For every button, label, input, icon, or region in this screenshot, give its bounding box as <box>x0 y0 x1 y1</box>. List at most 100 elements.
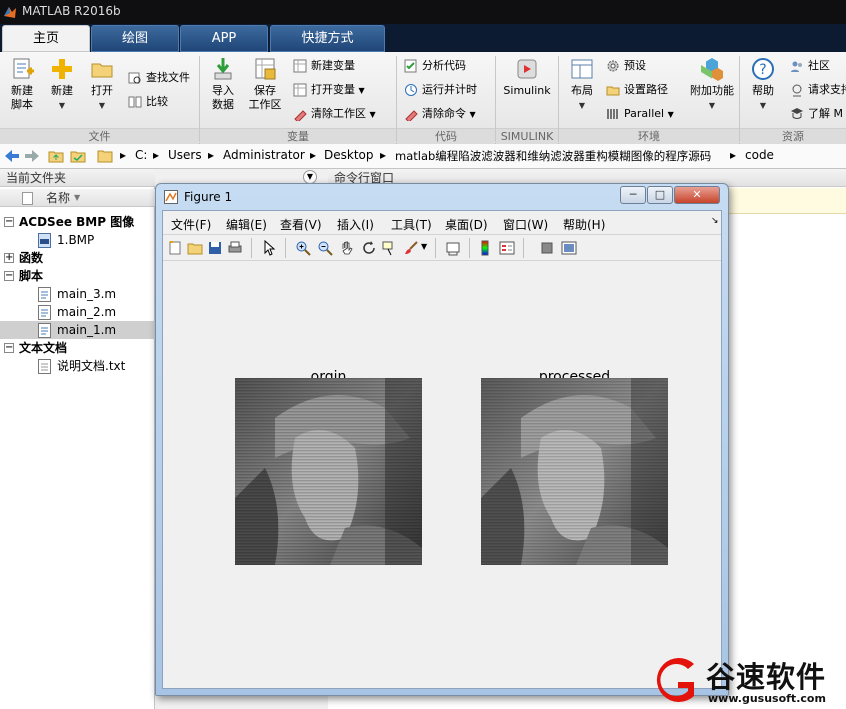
new-figure-icon[interactable] <box>167 240 183 256</box>
open-variable-button[interactable]: 打开变量 ▼ <box>293 80 365 100</box>
analyze-code-icon <box>404 59 417 73</box>
new-variable-button[interactable]: 新建变量 <box>293 56 355 76</box>
help-button[interactable]: ? 帮助 ▼ <box>743 56 783 113</box>
original-image[interactable] <box>235 378 422 565</box>
preferences-button[interactable]: 预设 <box>606 56 646 76</box>
collapse-icon[interactable]: − <box>4 343 14 353</box>
tree-group-functions[interactable]: + 函数 <box>0 249 155 267</box>
open-file-icon[interactable] <box>187 240 203 256</box>
pointer-icon[interactable] <box>261 240 277 256</box>
group-label-simulink: SIMULINK <box>496 128 558 144</box>
current-folder-panel: 当前文件夹 名称 ▼ − ACDSee BMP 图像 1.BMP + 函数 − … <box>0 169 155 709</box>
save-icon[interactable] <box>207 240 223 256</box>
new-dropdown-arrow-icon[interactable]: ▼ <box>59 101 65 110</box>
up-folder-icon[interactable] <box>48 149 64 163</box>
print-icon[interactable] <box>227 240 243 256</box>
menu-help[interactable]: 帮助(H) <box>563 216 605 233</box>
expand-icon[interactable]: + <box>4 253 14 263</box>
figure-window[interactable]: Figure 1 ─ □ ✕ 文件(F) 编辑(E) 查看(V) 插入(I) 工… <box>155 183 729 696</box>
save-workspace-button[interactable]: 保存 工作区 <box>245 56 285 112</box>
link-plot-icon[interactable] <box>445 240 461 256</box>
data-cursor-icon[interactable] <box>381 240 397 256</box>
clear-commands-button[interactable]: 清除命令 ▼ <box>404 104 476 124</box>
tab-apps[interactable]: APP <box>180 25 268 52</box>
collapse-icon[interactable]: − <box>4 271 14 281</box>
breadcrumb-project-folder[interactable]: matlab编程陷波滤波器和维纳滤波器重构模糊图像的程序源码 <box>395 148 711 164</box>
colorbar-icon[interactable] <box>477 240 493 256</box>
simulink-button[interactable]: Simulink <box>500 56 554 98</box>
menu-tools[interactable]: 工具(T) <box>391 216 432 233</box>
tree-file-1bmp[interactable]: 1.BMP <box>0 231 155 249</box>
community-button[interactable]: 社区 <box>790 56 830 76</box>
breadcrumb-code[interactable]: code <box>745 148 774 162</box>
new-button[interactable]: 新建 ▼ <box>42 56 82 113</box>
breadcrumb-users[interactable]: Users <box>168 148 202 162</box>
parallel-button[interactable]: Parallel ▼ <box>606 104 674 124</box>
tab-home[interactable]: 主页 <box>2 25 90 52</box>
set-path-button[interactable]: 设置路径 <box>606 80 668 100</box>
open-button[interactable]: 打开 ▼ <box>82 56 122 113</box>
brush-icon[interactable] <box>403 240 419 256</box>
brush-dropdown-arrow-icon[interactable]: ▼ <box>421 242 427 251</box>
run-and-time-label: 运行并计时 <box>422 83 477 96</box>
zoom-in-icon[interactable] <box>295 240 311 256</box>
tree-group-scripts[interactable]: − 脚本 <box>0 267 155 285</box>
sort-arrow-icon[interactable]: ▼ <box>74 189 80 207</box>
hide-plot-tools-icon[interactable] <box>539 240 555 256</box>
layout-dropdown-arrow-icon[interactable]: ▼ <box>579 101 585 110</box>
tree-group-bmp[interactable]: − ACDSee BMP 图像 <box>0 213 155 231</box>
menubar-dock-arrow-icon[interactable]: ↘ <box>711 216 719 226</box>
tree-file-main2[interactable]: main_2.m <box>0 303 155 321</box>
parallel-icon <box>607 109 618 119</box>
legend-icon[interactable] <box>499 240 515 256</box>
collapse-icon[interactable]: − <box>4 217 14 227</box>
analyze-code-button[interactable]: 分析代码 <box>404 56 466 76</box>
zoom-out-icon[interactable] <box>317 240 333 256</box>
new-script-label-1: 新建 <box>11 84 33 97</box>
tab-plots[interactable]: 绘图 <box>91 25 179 52</box>
back-arrow-icon[interactable] <box>4 149 20 163</box>
menu-insert[interactable]: 插入(I) <box>337 216 374 233</box>
browse-folder-icon[interactable] <box>70 149 86 163</box>
layout-button[interactable]: 布局 ▼ <box>562 56 602 113</box>
add-ons-dropdown-arrow-icon[interactable]: ▼ <box>709 101 715 110</box>
find-files-icon <box>128 72 141 84</box>
panel-options-icon[interactable]: ▼ <box>303 170 317 184</box>
tab-shortcuts[interactable]: 快捷方式 <box>270 25 385 52</box>
rotate-3d-icon[interactable] <box>361 240 377 256</box>
pan-hand-icon[interactable] <box>339 240 355 256</box>
clear-workspace-icon <box>294 110 307 121</box>
brand-watermark: 谷速软件 www.gususoft.com <box>648 652 846 709</box>
tree-file-main1[interactable]: main_1.m <box>0 321 155 339</box>
menu-window[interactable]: 窗口(W) <box>503 216 548 233</box>
menu-file[interactable]: 文件(F) <box>171 216 211 233</box>
show-plot-tools-icon[interactable] <box>561 240 577 256</box>
help-dropdown-arrow-icon[interactable]: ▼ <box>760 101 766 110</box>
tree-file-main3[interactable]: main_3.m <box>0 285 155 303</box>
compare-button[interactable]: 比较 <box>128 92 168 112</box>
import-data-button[interactable]: 导入 数据 <box>203 56 243 112</box>
breadcrumb-desktop[interactable]: Desktop <box>324 148 374 162</box>
processed-image[interactable] <box>481 378 668 565</box>
menu-view[interactable]: 查看(V) <box>280 216 322 233</box>
breadcrumb-drive[interactable]: C: <box>135 148 147 162</box>
run-and-time-button[interactable]: 运行并计时 <box>404 80 477 100</box>
tree-file-readme[interactable]: 说明文档.txt <box>0 357 155 375</box>
add-ons-button[interactable]: 附加功能 ▼ <box>688 56 736 113</box>
open-dropdown-arrow-icon[interactable]: ▼ <box>99 101 105 110</box>
tree-group-text-documents[interactable]: − 文本文档 <box>0 339 155 357</box>
forward-arrow-icon[interactable] <box>24 149 40 163</box>
breadcrumb-administrator[interactable]: Administrator <box>223 148 305 162</box>
breadcrumb-separator-icon: ▸ <box>310 148 317 162</box>
find-files-button[interactable]: 查找文件 <box>128 68 190 88</box>
close-button[interactable]: ✕ <box>674 186 720 204</box>
clear-workspace-button[interactable]: 清除工作区 ▼ <box>293 104 376 124</box>
menu-desktop[interactable]: 桌面(D) <box>445 216 488 233</box>
maximize-button[interactable]: □ <box>647 186 673 204</box>
minimize-button[interactable]: ─ <box>620 186 646 204</box>
new-script-button[interactable]: 新建 脚本 <box>2 56 42 112</box>
menu-edit[interactable]: 编辑(E) <box>226 216 267 233</box>
request-support-button[interactable]: 请求支持 <box>790 80 846 100</box>
name-column-header[interactable]: 名称 ▼ <box>0 189 155 207</box>
learn-matlab-button[interactable]: 了解 M <box>790 104 843 124</box>
